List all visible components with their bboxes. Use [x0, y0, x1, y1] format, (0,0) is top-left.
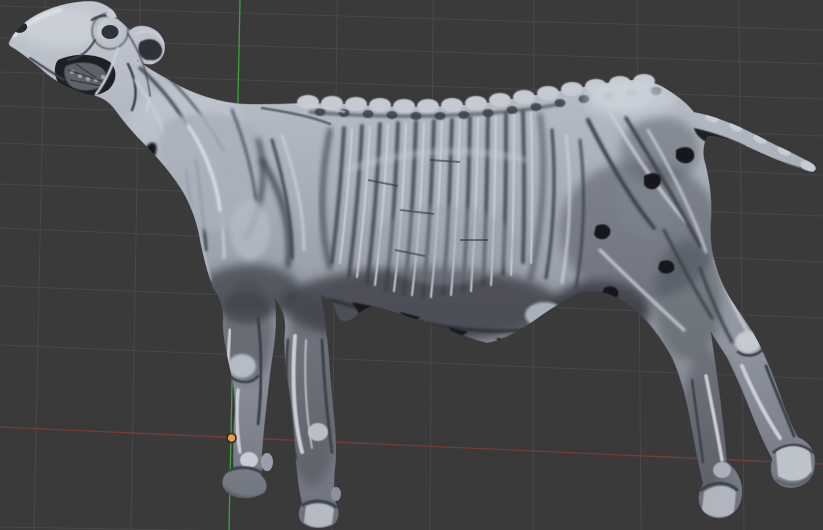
dewclaw — [261, 453, 273, 471]
hoof — [304, 503, 334, 528]
3d-viewport[interactable] — [0, 0, 823, 530]
dewclaw — [331, 487, 341, 501]
origin-point[interactable] — [226, 432, 237, 444]
hoof — [776, 446, 812, 481]
hoof — [702, 486, 736, 518]
knee — [228, 354, 256, 378]
viewport-canvas[interactable] — [0, 0, 823, 530]
